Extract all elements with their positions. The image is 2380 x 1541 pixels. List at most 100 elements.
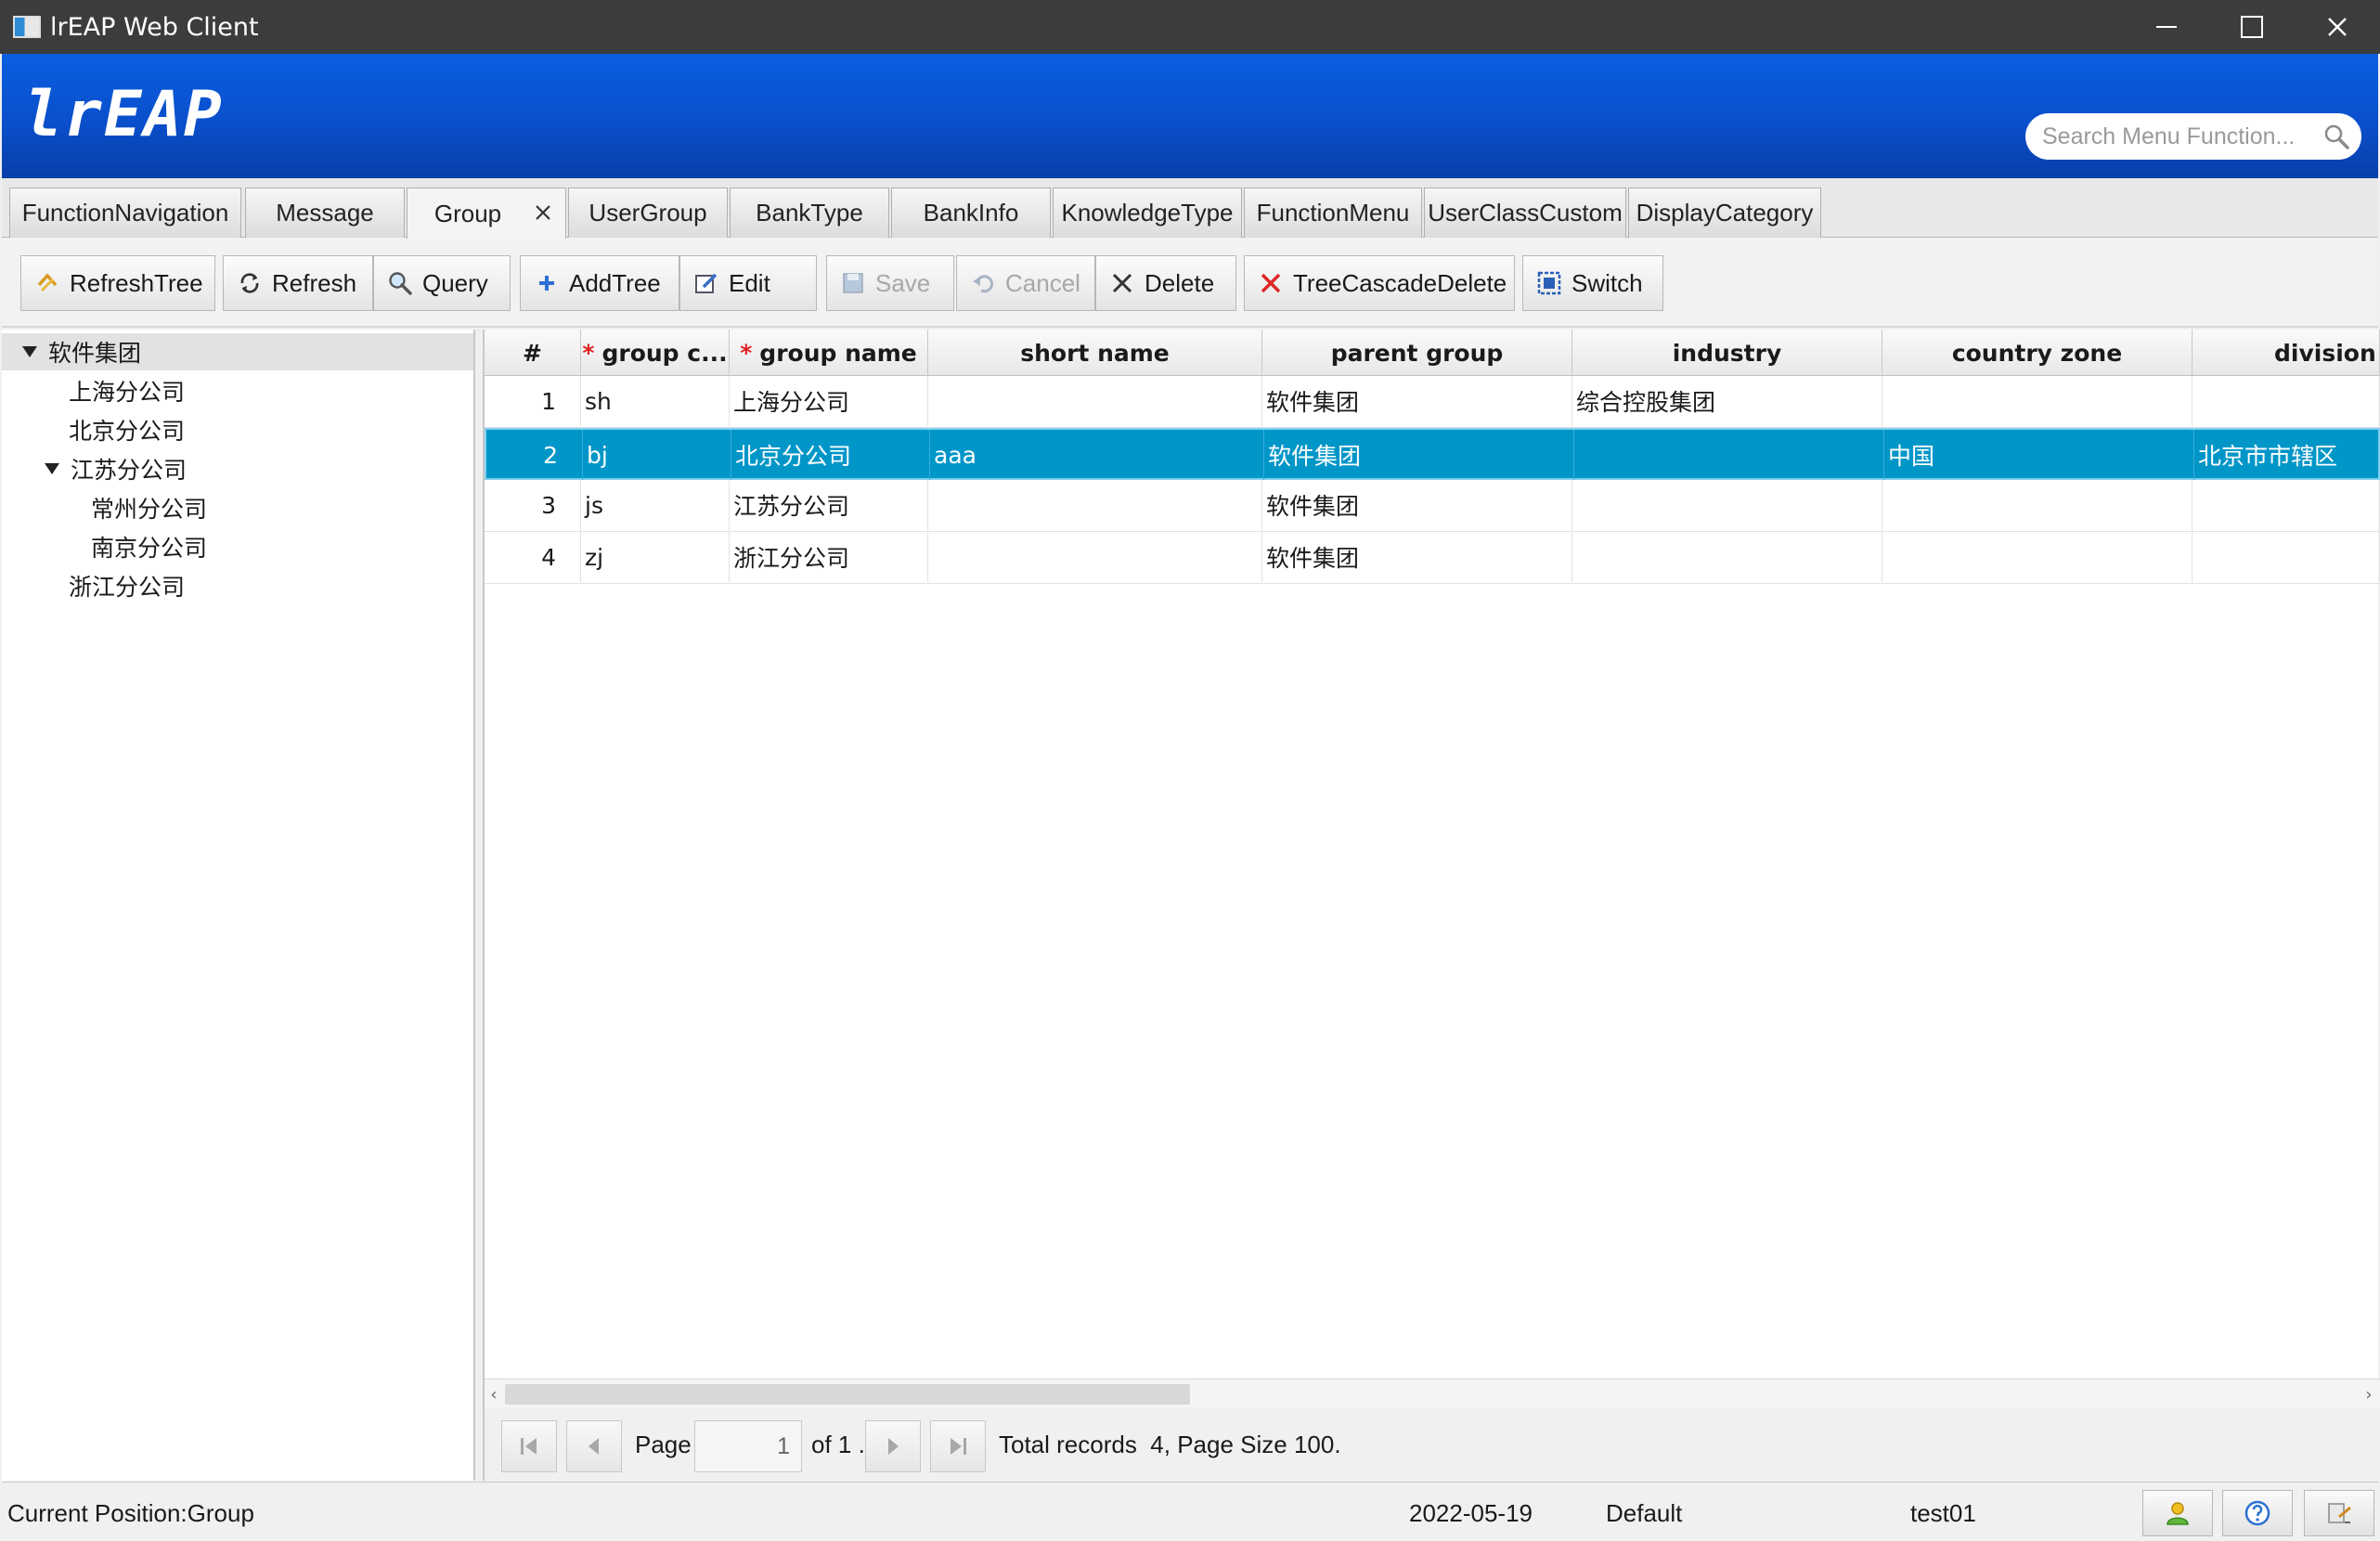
tree-cascade-delete-button[interactable]: TreeCascadeDelete xyxy=(1244,255,1515,311)
tab-bank-type[interactable]: BankType xyxy=(730,188,889,238)
tab-function-navigation[interactable]: FunctionNavigation xyxy=(9,188,241,238)
cell-group-name[interactable]: 北京分公司 xyxy=(731,430,930,480)
first-page-button[interactable] xyxy=(501,1420,557,1472)
user-button[interactable] xyxy=(2142,1490,2213,1536)
maximize-icon[interactable] xyxy=(2209,0,2295,54)
tree-node[interactable]: 江苏分公司 xyxy=(45,450,187,487)
cell-industry[interactable] xyxy=(1572,532,1882,582)
switch-button[interactable]: Switch xyxy=(1522,255,1663,311)
expand-arrow-icon[interactable] xyxy=(45,463,59,474)
menu-search[interactable] xyxy=(2025,113,2361,160)
cell-short-name[interactable] xyxy=(928,480,1262,530)
refresh-tree-button[interactable]: RefreshTree xyxy=(20,255,215,311)
last-page-button[interactable] xyxy=(930,1420,986,1472)
tab-bank-info[interactable]: BankInfo xyxy=(891,188,1051,238)
cell-short-name[interactable] xyxy=(928,532,1262,582)
edit-button[interactable]: Edit xyxy=(679,255,817,311)
logout-button[interactable] xyxy=(2304,1490,2374,1536)
next-page-button[interactable] xyxy=(865,1420,921,1472)
tab-label: UserGroup xyxy=(589,199,707,227)
scrollbar-thumb[interactable] xyxy=(505,1384,1190,1405)
page-label: Page xyxy=(635,1431,692,1458)
tab-bar: FunctionNavigation Message Group UserGro… xyxy=(2,178,2378,239)
tab-user-group[interactable]: UserGroup xyxy=(568,188,728,238)
cell-parent-group[interactable]: 软件集团 xyxy=(1264,430,1574,480)
cell-industry[interactable] xyxy=(1572,480,1882,530)
add-tree-button[interactable]: AddTree xyxy=(520,255,679,311)
cell-division-zone[interactable]: 北京市市辖区 xyxy=(2194,430,2380,480)
tree-node[interactable]: 常州分公司 xyxy=(91,489,207,526)
horizontal-scrollbar[interactable]: ‹ › xyxy=(485,1379,2380,1408)
button-label: Save xyxy=(875,268,931,297)
cell-parent-group[interactable]: 软件集团 xyxy=(1262,376,1572,426)
table-row-selected[interactable]: 2 bj 北京分公司 aaa 软件集团 中国 北京市市辖区 xyxy=(485,428,2380,480)
tab-group[interactable]: Group xyxy=(407,188,566,239)
cell-group-name[interactable]: 江苏分公司 xyxy=(730,480,928,530)
cell-country-zone[interactable]: 中国 xyxy=(1884,430,2194,480)
column-header-parent-group[interactable]: parent group xyxy=(1262,330,1572,376)
window-title: lrEAP Web Client xyxy=(50,12,259,42)
prev-page-button[interactable] xyxy=(566,1420,622,1472)
next-page-icon xyxy=(888,1438,899,1455)
cell-country-zone[interactable] xyxy=(1882,480,2192,530)
tree-node[interactable]: 北京分公司 xyxy=(69,411,185,448)
search-icon[interactable] xyxy=(2322,123,2350,150)
cell-group-code[interactable]: bj xyxy=(583,430,731,480)
cell-short-name[interactable]: aaa xyxy=(930,430,1264,480)
cancel-button[interactable]: Cancel xyxy=(956,255,1095,311)
tab-label: DisplayCategory xyxy=(1636,199,1814,227)
scroll-left-icon[interactable]: ‹ xyxy=(485,1385,503,1405)
cell-parent-group[interactable]: 软件集团 xyxy=(1262,532,1572,582)
scroll-right-icon[interactable]: › xyxy=(2360,1385,2378,1405)
column-header-group-name[interactable]: * group name xyxy=(730,330,928,376)
tab-message[interactable]: Message xyxy=(245,188,405,238)
cell-group-code[interactable]: sh xyxy=(581,376,730,426)
tree-node[interactable]: 上海分公司 xyxy=(69,372,185,409)
column-header-short-name[interactable]: short name xyxy=(928,330,1262,376)
cell-industry[interactable] xyxy=(1574,430,1884,480)
cell-industry[interactable]: 综合控股集团 xyxy=(1572,376,1882,426)
close-window-icon[interactable] xyxy=(2295,0,2380,54)
minimize-icon[interactable] xyxy=(2124,0,2209,54)
cell-country-zone[interactable] xyxy=(1882,376,2192,426)
cell-group-name[interactable]: 上海分公司 xyxy=(730,376,928,426)
tree-node[interactable]: 南京分公司 xyxy=(91,528,207,565)
tree-node-root[interactable]: 软件集团 xyxy=(2,333,473,370)
delete-button[interactable]: Delete xyxy=(1095,255,1236,311)
table-row[interactable]: 1 sh 上海分公司 软件集团 综合控股集团 xyxy=(485,376,2380,428)
first-page-icon xyxy=(521,1438,537,1455)
query-button[interactable]: Query xyxy=(373,255,511,311)
column-header-division-zone[interactable]: division z xyxy=(2192,330,2380,376)
refresh-button[interactable]: Refresh xyxy=(223,255,373,311)
tab-function-menu[interactable]: FunctionMenu xyxy=(1244,188,1422,238)
cell-group-name[interactable]: 浙江分公司 xyxy=(730,532,928,582)
close-icon[interactable] xyxy=(532,201,554,224)
tab-user-class-custom[interactable]: UserClassCustom xyxy=(1424,188,1626,238)
status-user: test01 xyxy=(1910,1499,1976,1527)
tree-node[interactable]: 浙江分公司 xyxy=(69,567,185,604)
cell-division-zone[interactable] xyxy=(2192,376,2380,426)
table-row[interactable]: 4 zj 浙江分公司 软件集团 xyxy=(485,532,2380,584)
refresh-icon xyxy=(240,273,259,293)
save-button[interactable]: Save xyxy=(826,255,954,311)
column-header-country-zone[interactable]: country zone xyxy=(1882,330,2192,376)
search-input[interactable] xyxy=(2042,123,2311,150)
cell-group-code[interactable]: zj xyxy=(581,532,730,582)
cell-parent-group[interactable]: 软件集团 xyxy=(1262,480,1572,530)
column-header-index[interactable]: # xyxy=(485,330,581,376)
toolbar: RefreshTree Refresh Query AddTree Edit S… xyxy=(2,239,2378,328)
cell-division-zone[interactable] xyxy=(2192,532,2380,582)
cell-group-code[interactable]: js xyxy=(581,480,730,530)
tab-display-category[interactable]: DisplayCategory xyxy=(1628,188,1821,238)
column-header-industry[interactable]: industry xyxy=(1572,330,1882,376)
table-row[interactable]: 3 js 江苏分公司 软件集团 xyxy=(485,480,2380,532)
delete-x-icon xyxy=(1112,273,1132,293)
cell-country-zone[interactable] xyxy=(1882,532,2192,582)
expand-arrow-icon[interactable] xyxy=(22,346,37,357)
tab-knowledge-type[interactable]: KnowledgeType xyxy=(1053,188,1242,238)
cell-short-name[interactable] xyxy=(928,376,1262,426)
column-header-group-code[interactable]: * group c... xyxy=(581,330,730,376)
help-button[interactable] xyxy=(2222,1490,2293,1536)
page-number-input[interactable] xyxy=(694,1420,802,1472)
cell-division-zone[interactable] xyxy=(2192,480,2380,530)
